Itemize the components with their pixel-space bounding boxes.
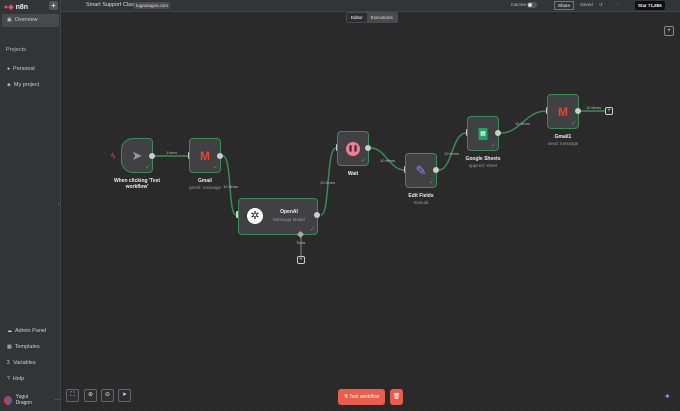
zoom-in-button[interactable]: ⊕ [84,389,97,402]
gmail-icon: M [558,104,568,119]
pause-icon: ❚❚ [346,141,360,156]
gmail-icon: M [200,148,210,163]
lightning-icon: ϟ [111,152,116,161]
output-port[interactable] [495,130,501,136]
test-workflow-button[interactable]: ⚗ Test workflow [338,389,385,405]
zoom-out-button[interactable]: ⊖ [101,389,114,402]
node-subtitle: send: message [547,141,579,146]
edge-label: 10 items [320,180,336,185]
zoom-to-fit-button[interactable]: ⛶ [66,389,79,402]
openai-icon: ✲ [247,208,263,224]
node-label: OpenAI [280,209,298,215]
output-port[interactable] [575,108,581,114]
collapse-sidebar-icon[interactable]: ‹ [58,202,60,208]
tools-label: Tools [296,240,306,245]
cursor-icon: ➤ [131,147,143,163]
edge-label: 1 item [166,150,177,155]
success-check-icon: ✓ [144,165,150,171]
sheets-icon: ▦ [478,127,488,140]
node-label: When clicking 'Test workflow' [113,178,161,190]
edge-label: 10 items [586,105,602,110]
clear-execution-button[interactable]: 🗑 [390,389,403,405]
trash-icon: 🗑 [392,394,401,400]
success-check-icon: ✓ [490,143,496,149]
edge-label: 10 items [380,158,396,163]
edge-label: 10 items [515,121,531,126]
node-label: Gmail1 [554,134,572,140]
node-label: Google Sheets [465,156,501,162]
success-check-icon: ✓ [360,158,366,164]
add-node-button[interactable]: + [605,107,613,115]
node-label: Edit Fields [408,193,434,199]
output-port[interactable] [433,167,439,173]
tidy-up-button[interactable]: ➤ [118,389,131,402]
node-label: Gmail [198,178,212,184]
success-check-icon: ✓ [428,180,434,186]
node-label: Wait [347,171,359,177]
success-check-icon: ✓ [309,227,315,233]
flask-icon: ⚗ [343,394,349,400]
node-subtitle: append: sheet [468,163,498,168]
output-port[interactable] [314,212,320,218]
connections [155,110,605,256]
output-port[interactable] [217,153,223,159]
node-openai[interactable]: ✲ OpenAI Message Model ✓ [238,198,318,235]
test-workflow-label: Test workflow [349,394,380,400]
open-nodes-panel-button[interactable]: + [664,26,674,36]
success-check-icon: ✓ [570,121,576,127]
node-subtitle: manual [413,200,429,205]
ai-assistant-sparkle-icon[interactable]: ✦ [664,392,671,401]
add-tool-button[interactable]: + [297,256,305,264]
output-port[interactable] [365,145,371,151]
node-subtitle: Message Model [273,217,305,222]
output-port[interactable] [149,153,155,159]
node-subtitle: getAll: message [188,185,222,190]
pencil-icon: ✎ [415,162,427,178]
success-check-icon: ✓ [212,165,218,171]
